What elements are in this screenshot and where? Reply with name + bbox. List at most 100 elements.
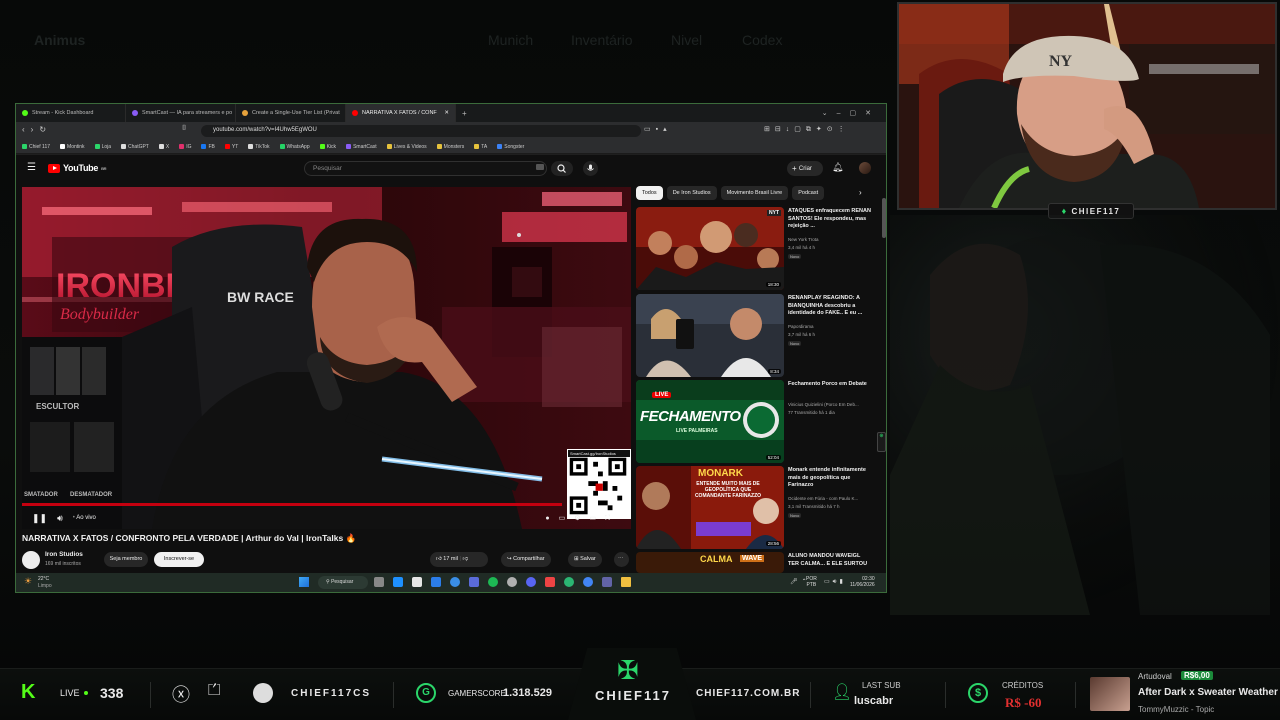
language-indicator[interactable]: POR PTB: [806, 576, 817, 588]
bookmark-item[interactable]: TA: [474, 144, 487, 150]
new-tab-button[interactable]: +: [456, 109, 473, 118]
bookmark-icon: [248, 144, 254, 149]
discord-icon[interactable]: [526, 577, 536, 587]
bookmark-item[interactable]: Songster: [497, 144, 524, 150]
bookmark-item[interactable]: SmartCast: [346, 144, 377, 150]
toolbar-icons[interactable]: ⊞⊟↓▢⧉✦⊙⋮: [764, 125, 850, 134]
search-input[interactable]: Pesquisar: [304, 161, 547, 176]
video-thumbnail[interactable]: 8:34: [636, 294, 784, 377]
live-label: Ao vivo: [76, 515, 96, 521]
subscribe-button[interactable]: Inscrever-se: [154, 552, 204, 567]
game-menu-item: Inventário: [571, 32, 633, 48]
bookmark-icon: [121, 144, 127, 149]
browser-tab[interactable]: Create a Single-Use Tier List (Privat: [236, 104, 346, 122]
url-field[interactable]: youtube.com/watch?v=I4Uhw5EgWOU: [201, 125, 641, 137]
bookmark-item[interactable]: YT: [224, 144, 238, 150]
chevron-right-icon[interactable]: ›: [859, 188, 862, 197]
recommended-video[interactable]: LIVE FECHAMENTO LIVE PALMEIRAS 52:04 Fec…: [636, 380, 876, 464]
app-icon[interactable]: [393, 577, 403, 587]
volume-icon[interactable]: 🔊︎: [57, 513, 63, 524]
notifications-icon[interactable]: 🔔︎: [832, 162, 843, 173]
progress-bar[interactable]: [22, 503, 562, 506]
chip-mbl[interactable]: Movimento Brasil Livre: [720, 186, 789, 200]
video-thumbnail[interactable]: NYT 18:30: [636, 207, 784, 290]
chip-channel[interactable]: De Iron Studios: [666, 186, 717, 200]
bookmark-item[interactable]: Chief 117: [22, 144, 50, 150]
like-button[interactable]: 👍︎ 17 mil | 👎︎: [430, 552, 488, 567]
windows-start-icon[interactable]: [299, 577, 309, 587]
recommended-video[interactable]: CALMA WAVE ALUNO MANDOU WAVEIGL TER CALM…: [636, 552, 876, 573]
bookmark-item[interactable]: Monsters: [436, 144, 464, 150]
spotify-icon[interactable]: [488, 577, 498, 587]
taskbar-search[interactable]: ⚲ Pesquisar: [318, 576, 368, 589]
browser-tab[interactable]: SmartCast — IA para streamers e po: [126, 104, 236, 122]
app-icon[interactable]: [507, 577, 517, 587]
system-tray[interactable]: ▭🔊︎▮: [824, 578, 846, 586]
side-widget-icon[interactable]: ⊕: [877, 432, 886, 452]
bookmark-item[interactable]: Montink: [60, 144, 85, 150]
menu-icon[interactable]: ☰: [27, 162, 36, 173]
duration-badge: 52:04: [765, 455, 781, 460]
app-icon[interactable]: [469, 577, 479, 587]
app-icon[interactable]: [602, 577, 612, 587]
thumbnail-corner-label: NYT: [767, 210, 781, 216]
share-button[interactable]: ↪ Compartilhar: [501, 552, 551, 567]
app-icon[interactable]: [450, 577, 460, 587]
chip-all[interactable]: Todos: [636, 186, 663, 200]
app-icon[interactable]: [412, 577, 422, 587]
nav-buttons[interactable]: ‹›↻: [22, 125, 52, 134]
channel-avatar[interactable]: [22, 551, 40, 569]
window-controls[interactable]: ⌄–▢✕: [822, 109, 886, 117]
browser-tab-active[interactable]: NARRATIVA X FATOS / CONF ✕: [346, 104, 456, 122]
brand-name: CHIEF117: [595, 688, 671, 703]
more-actions-button[interactable]: ⋯: [614, 552, 629, 567]
bookmark-item[interactable]: FB: [201, 144, 215, 150]
duration-badge: 18:30: [765, 282, 781, 287]
scrollbar[interactable]: [882, 198, 886, 238]
search-button[interactable]: [551, 161, 573, 176]
chrome-icon[interactable]: [583, 577, 593, 587]
recommended-video[interactable]: MONARK ENTENDE MUITO MAIS DE GEOPOLÍTICA…: [636, 466, 876, 550]
save-button[interactable]: ⊞ Salvar: [568, 552, 602, 567]
extension-icons[interactable]: ▭▪▴: [644, 125, 672, 133]
voice-search-button[interactable]: [583, 161, 598, 176]
create-button[interactable]: + Criar: [787, 161, 823, 176]
player-right-controls[interactable]: ●▭⚙▭⛶: [545, 514, 619, 523]
task-view-icon[interactable]: [374, 577, 384, 587]
video-thumbnail[interactable]: CALMA WAVE: [636, 552, 784, 573]
address-bar: ‹›↻ ⌷ youtube.com/watch?v=I4Uhw5EgWOU ▭▪…: [16, 122, 886, 140]
weather-temp[interactable]: 22°C: [38, 576, 49, 582]
recommended-video[interactable]: NYT 18:30 ATAQUES enfraquecem RENAN SANT…: [636, 207, 876, 291]
pause-button[interactable]: ❚❚: [32, 513, 47, 524]
browser-tab[interactable]: Stream - Kick Dashboard: [16, 104, 126, 122]
bookmark-item[interactable]: X: [158, 144, 169, 150]
bookmark-item[interactable]: Kick: [319, 144, 336, 150]
video-thumbnail[interactable]: LIVE FECHAMENTO LIVE PALMEIRAS 52:04: [636, 380, 784, 463]
chip-podcast[interactable]: Podcast: [792, 186, 825, 200]
live-indicator[interactable]: • Ao vivo: [73, 515, 96, 521]
bookmark-item[interactable]: Loja: [94, 144, 111, 150]
bookmark-item[interactable]: IG: [179, 144, 191, 150]
app-icon[interactable]: [431, 577, 441, 587]
keyboard-icon[interactable]: [536, 164, 544, 170]
bookmark-icon[interactable]: ⌷: [182, 125, 186, 133]
clock-date: 11/06/2026: [850, 582, 875, 588]
bookmark-item[interactable]: WhatsApp: [279, 144, 310, 150]
brave-icon[interactable]: [545, 577, 555, 587]
edge-icon[interactable]: [564, 577, 574, 587]
join-button[interactable]: Seja membro: [104, 552, 148, 567]
video-player[interactable]: IRONBE Bodybuilder ESCULTOR DESMATADOR S…: [22, 187, 631, 529]
bookmark-item[interactable]: ChatGPT: [121, 144, 149, 150]
bookmark-icon: [319, 144, 325, 149]
avatar[interactable]: [859, 162, 871, 174]
folder-icon[interactable]: [621, 577, 631, 587]
video-thumbnail[interactable]: MONARK ENTENDE MUITO MAIS DE GEOPOLÍTICA…: [636, 466, 784, 549]
bookmark-item[interactable]: TikTok: [248, 144, 270, 150]
bookmark-item[interactable]: Lives & Videos: [386, 144, 427, 150]
clock[interactable]: 02:30 11/06/2026: [850, 576, 875, 588]
channel-name[interactable]: Iron Studios: [45, 551, 83, 558]
divider: [393, 682, 394, 708]
youtube-logo[interactable]: YouTube BR: [48, 163, 107, 173]
recommended-video[interactable]: 8:34 RENANPLAY REAGINDO: A BIANQUINHA de…: [636, 294, 876, 378]
donation-amount: R$6,00: [1181, 671, 1213, 680]
